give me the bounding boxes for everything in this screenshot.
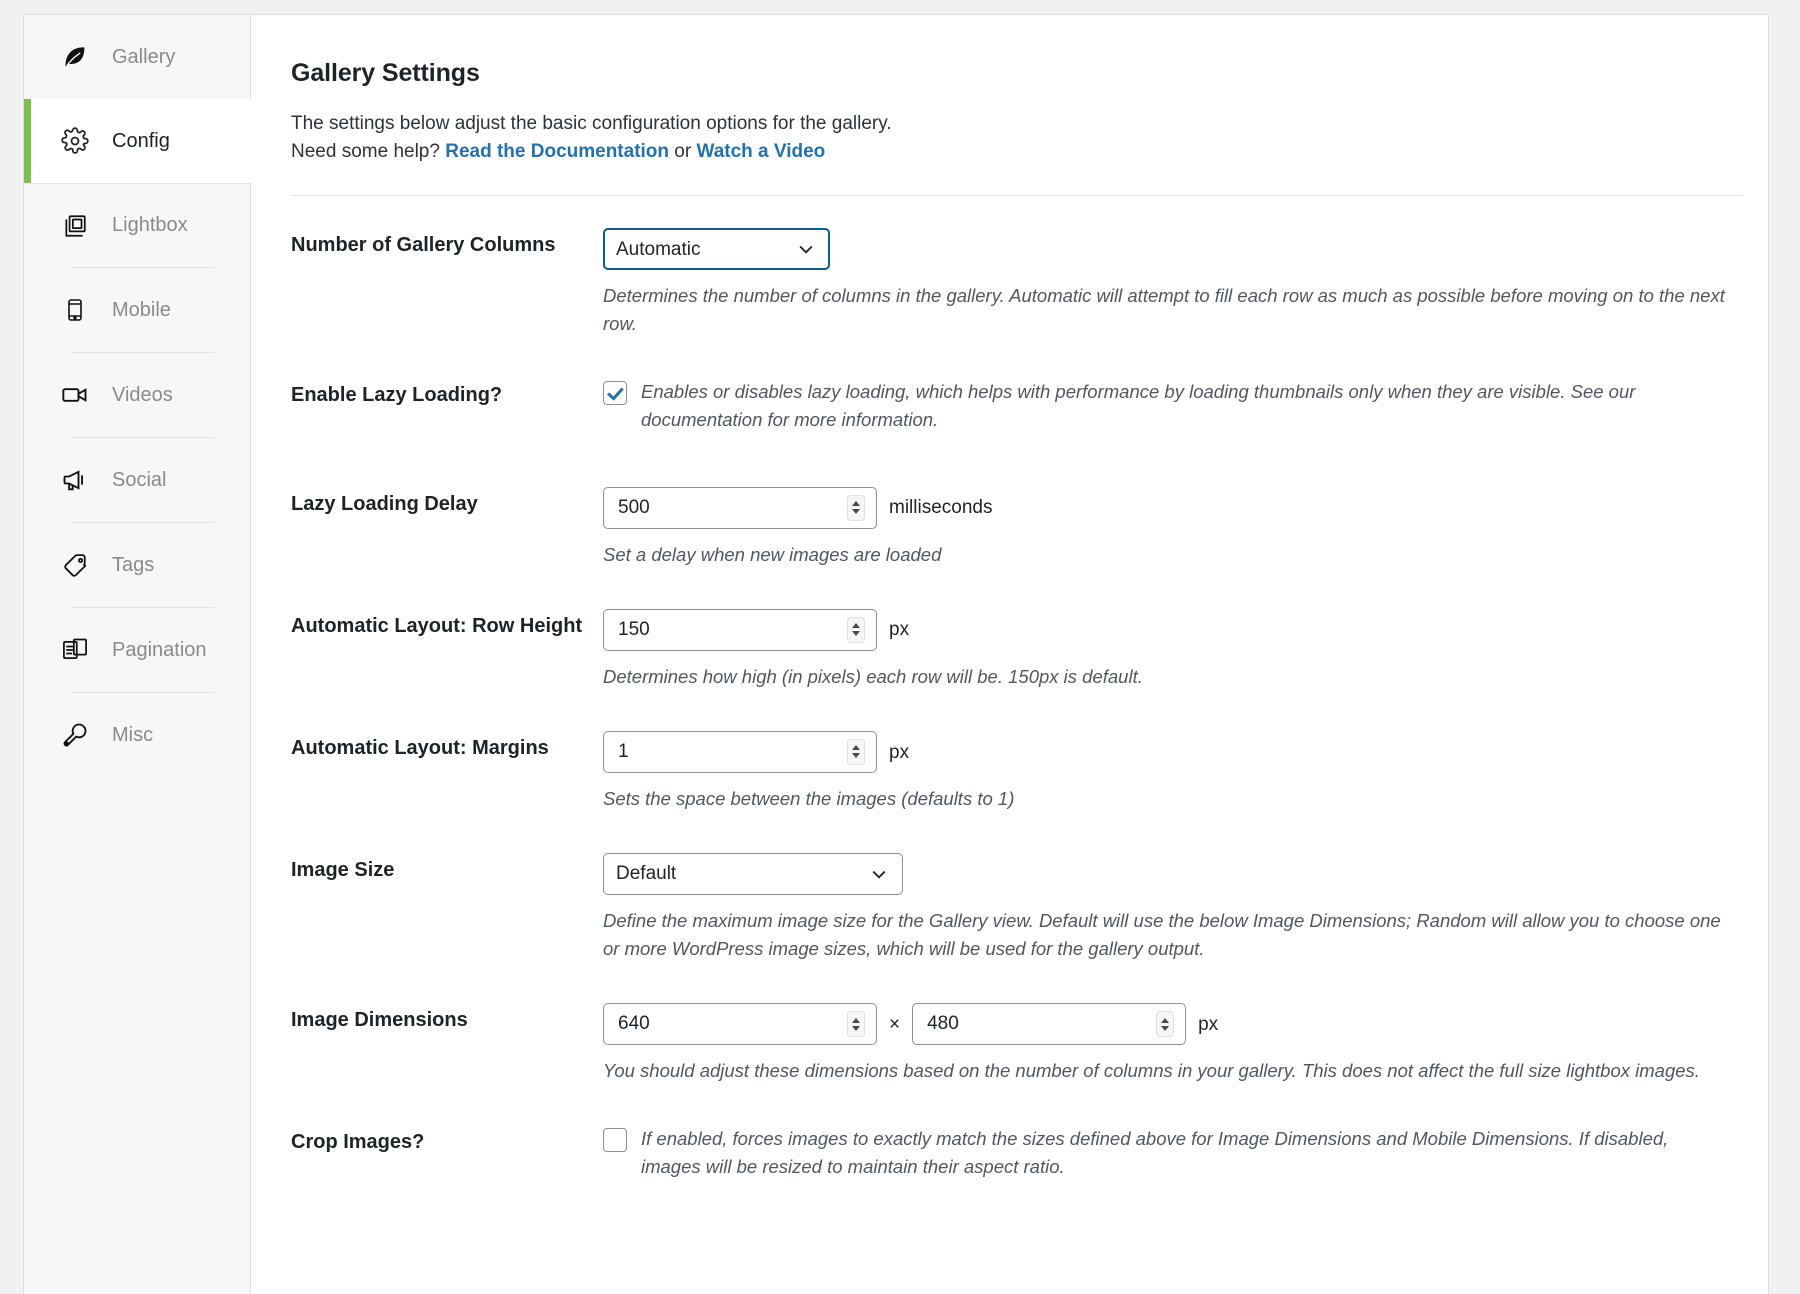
sidebar-item-label: Gallery bbox=[112, 45, 176, 68]
setting-desc-margins: Sets the space between the images (defau… bbox=[603, 787, 1015, 809]
setting-label-lazy-delay: Lazy Loading Delay bbox=[291, 492, 478, 515]
leaf-icon bbox=[60, 42, 90, 72]
watch-video-link[interactable]: Watch a Video bbox=[696, 141, 825, 162]
setting-label-lazy-loading: Enable Lazy Loading? bbox=[291, 384, 503, 407]
dimensions-separator: × bbox=[889, 1013, 901, 1035]
setting-row-lazy-delay: Lazy Loading Delay milliseconds Set a de… bbox=[291, 486, 1732, 569]
lazy-loading-checkbox[interactable] bbox=[603, 381, 627, 406]
margins-unit: px bbox=[889, 741, 910, 763]
sidebar-item-label: Social bbox=[112, 468, 167, 491]
intro-or: or bbox=[669, 140, 697, 162]
setting-desc-image-size: Define the maximum image size for the Ga… bbox=[603, 909, 1721, 959]
settings-panel: Gallery Config Lightbox Mobile Videos So… bbox=[23, 14, 1769, 1294]
mobile-icon bbox=[60, 295, 90, 325]
setting-row-lazy-loading: Enable Lazy Loading? Enables or disables… bbox=[291, 378, 1732, 434]
setting-row-image-size: Image Size Default Define the maximum im… bbox=[291, 852, 1732, 963]
intro-line-1: The settings below adjust the basic conf… bbox=[291, 113, 892, 134]
setting-row-row-height: Automatic Layout: Row Height px Determin… bbox=[291, 608, 1732, 691]
sidebar-item-label: Misc bbox=[112, 723, 154, 746]
crop-images-checkbox[interactable] bbox=[603, 1128, 627, 1153]
sidebar-item-label: Lightbox bbox=[112, 214, 188, 236]
setting-desc-image-dimensions: You should adjust these dimensions based… bbox=[603, 1060, 1700, 1082]
sidebar-item-label: Pagination bbox=[112, 638, 207, 661]
setting-row-crop-images: Crop Images? If enabled, forces images t… bbox=[291, 1125, 1732, 1181]
setting-label-columns: Number of Gallery Columns bbox=[291, 234, 556, 257]
setting-row-image-dimensions: Image Dimensions × px You should adjust … bbox=[291, 1003, 1732, 1085]
sidebar-item-pagination[interactable]: Pagination bbox=[24, 608, 250, 692]
sidebar-item-gallery[interactable]: Gallery bbox=[24, 15, 250, 99]
image-height-input[interactable] bbox=[912, 1003, 1187, 1046]
setting-label-margins: Automatic Layout: Margins bbox=[291, 736, 549, 759]
row-height-unit: px bbox=[889, 619, 910, 641]
setting-label-image-dimensions: Image Dimensions bbox=[291, 1009, 468, 1032]
sidebar-item-lightbox[interactable]: Lightbox bbox=[24, 183, 250, 267]
sidebar-item-label: Mobile bbox=[112, 298, 171, 321]
setting-label-row-height: Automatic Layout: Row Height bbox=[291, 614, 583, 637]
setting-label-image-size: Image Size bbox=[291, 858, 395, 881]
read-documentation-link[interactable]: Read the Documentation bbox=[445, 141, 669, 162]
sidebar-item-tags[interactable]: Tags bbox=[24, 523, 250, 607]
header-divider bbox=[291, 195, 1743, 197]
row-height-input-wrap bbox=[603, 608, 877, 651]
sidebar-item-label: Videos bbox=[112, 383, 173, 406]
lazy-delay-input[interactable] bbox=[603, 486, 877, 529]
sidebar-item-social[interactable]: Social bbox=[24, 438, 250, 522]
video-camera-icon bbox=[60, 380, 90, 410]
sidebar-item-label: Tags bbox=[112, 553, 155, 576]
image-size-select-wrap: Default bbox=[603, 852, 903, 895]
setting-desc-row-height: Determines how high (in pixels) each row… bbox=[603, 665, 1143, 687]
sidebar-item-misc[interactable]: Misc bbox=[24, 693, 250, 777]
image-width-stepper[interactable] bbox=[847, 1011, 865, 1038]
intro-help-prefix: Need some help? bbox=[291, 140, 446, 162]
layers-icon bbox=[60, 211, 90, 241]
sidebar-item-videos[interactable]: Videos bbox=[24, 353, 250, 437]
lazy-delay-input-wrap bbox=[603, 486, 877, 529]
lazy-delay-stepper[interactable] bbox=[847, 494, 865, 521]
columns-select-wrap: Automatic bbox=[603, 228, 830, 271]
image-width-input[interactable] bbox=[603, 1003, 877, 1046]
setting-row-margins: Automatic Layout: Margins px Sets the sp… bbox=[291, 730, 1732, 813]
lazy-delay-unit: milliseconds bbox=[889, 497, 993, 519]
gallery-columns-select[interactable]: Automatic bbox=[603, 228, 830, 271]
wrench-icon bbox=[60, 720, 90, 750]
megaphone-icon bbox=[60, 465, 90, 495]
tag-icon bbox=[60, 550, 90, 580]
margins-input-wrap bbox=[603, 730, 877, 773]
sidebar-item-label: Config bbox=[112, 129, 170, 152]
settings-content: Gallery Settings The settings below adju… bbox=[251, 15, 1768, 1294]
page-title: Gallery Settings bbox=[291, 59, 480, 87]
image-width-input-wrap bbox=[603, 1003, 877, 1046]
image-dimensions-unit: px bbox=[1198, 1013, 1219, 1035]
row-height-input[interactable] bbox=[603, 608, 877, 651]
sidebar-item-mobile[interactable]: Mobile bbox=[24, 268, 250, 352]
setting-desc-lazy-delay: Set a delay when new images are loaded bbox=[603, 543, 942, 565]
image-size-select[interactable]: Default bbox=[603, 852, 903, 895]
margins-input[interactable] bbox=[603, 730, 877, 773]
margins-stepper[interactable] bbox=[847, 738, 865, 765]
gear-icon bbox=[60, 126, 90, 156]
row-height-stepper[interactable] bbox=[847, 616, 865, 643]
image-height-stepper[interactable] bbox=[1156, 1011, 1175, 1038]
settings-sidebar: Gallery Config Lightbox Mobile Videos So… bbox=[24, 15, 251, 1294]
setting-desc-columns: Determines the number of columns in the … bbox=[603, 285, 1725, 335]
setting-label-crop-images: Crop Images? bbox=[291, 1131, 425, 1154]
app-page: Gallery Config Lightbox Mobile Videos So… bbox=[0, 0, 1800, 1294]
intro-text: The settings below adjust the basic conf… bbox=[291, 110, 1732, 165]
sidebar-item-config[interactable]: Config bbox=[24, 99, 251, 183]
pagination-icon bbox=[60, 635, 90, 665]
setting-desc-crop-images: If enabled, forces images to exactly mat… bbox=[641, 1128, 1669, 1178]
setting-row-columns: Number of Gallery Columns Automatic Dete… bbox=[291, 228, 1732, 338]
setting-desc-lazy-loading: Enables or disables lazy loading, which … bbox=[641, 381, 1636, 431]
image-height-input-wrap bbox=[912, 1003, 1187, 1046]
